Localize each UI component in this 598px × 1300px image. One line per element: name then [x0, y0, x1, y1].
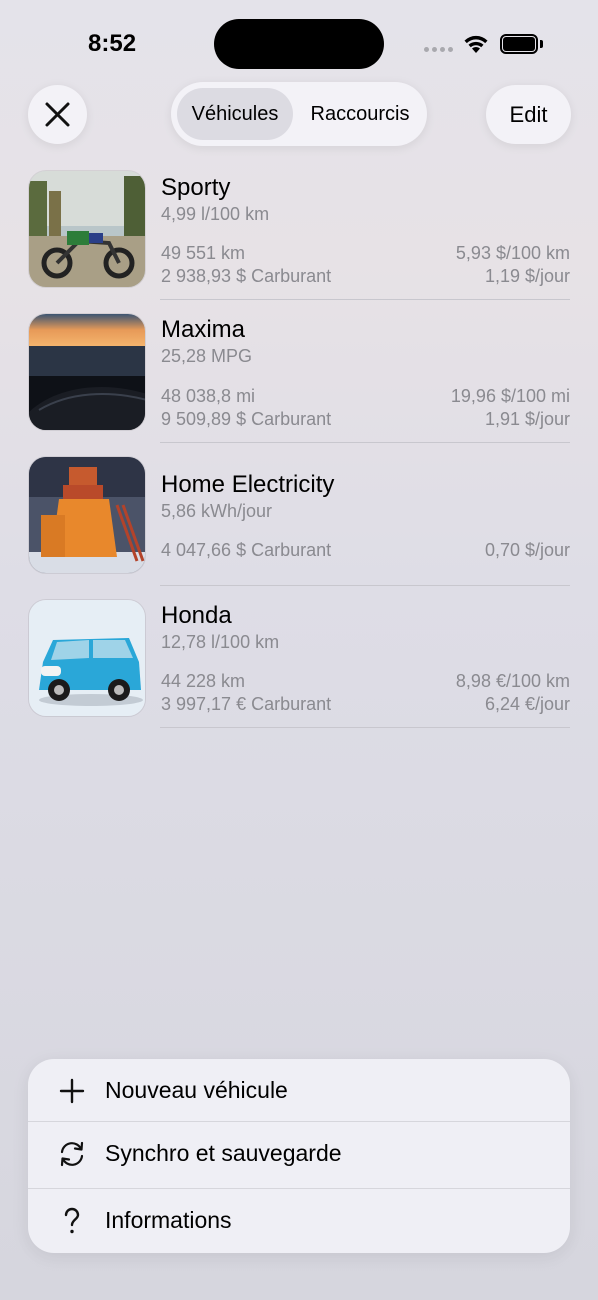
vehicle-fuel-cost: 4 047,66 $ Carburant [161, 540, 332, 560]
edit-button[interactable]: Edit [486, 85, 571, 144]
question-icon [64, 1207, 80, 1234]
menu-item-sync-backup[interactable]: Synchro et sauvegarde [28, 1122, 570, 1186]
xmark-icon [45, 102, 70, 127]
vehicle-efficiency: 5,86 kWh/jour [161, 501, 273, 521]
menu-item-informations[interactable]: Informations [28, 1189, 570, 1253]
vehicle-photo [28, 313, 146, 431]
row-divider [160, 442, 570, 443]
row-divider [160, 299, 570, 300]
vehicle-cost-per-day: 0,70 $/jour [484, 540, 570, 560]
vehicle-cost-per-day: 1,91 $/jour [484, 409, 570, 429]
vehicle-efficiency: 25,28 MPG [161, 346, 253, 366]
status-time: 8:52 [88, 30, 137, 57]
vehicle-photo [28, 456, 146, 574]
battery-icon [500, 34, 544, 54]
vehicle-fuel-cost: 9 509,89 $ Carburant [161, 409, 332, 429]
vehicle-name: Sporty [161, 174, 231, 201]
wifi-icon [462, 33, 490, 55]
vehicle-photo [28, 599, 146, 717]
vehicle-name: Honda [161, 602, 232, 629]
segmented-control: Véhicules Raccourcis [171, 82, 427, 146]
tab-vehicules[interactable]: Véhicules [177, 88, 293, 140]
actions-menu: Nouveau véhicule Synchro et sauvegarde I… [28, 1059, 570, 1253]
vehicle-cost-per-day: 6,24 €/jour [484, 694, 570, 714]
vehicle-fuel-cost: 2 938,93 $ Carburant [161, 266, 332, 286]
vehicle-name: Home Electricity [161, 471, 335, 498]
vehicle-fuel-cost: 3 997,17 € Carburant [161, 694, 332, 714]
cellular-signal-icon [424, 47, 454, 55]
row-divider [160, 727, 570, 728]
vehicle-cost-per-distance: 19,96 $/100 mi [450, 386, 570, 406]
vehicle-cost-per-distance: 5,93 $/100 km [455, 243, 570, 263]
menu-item-label: Nouveau véhicule [105, 1077, 288, 1103]
vehicle-efficiency: 4,99 l/100 km [161, 204, 270, 224]
vehicle-distance: 48 038,8 mi [161, 386, 256, 406]
dynamic-island [214, 19, 384, 69]
close-button[interactable] [28, 85, 87, 144]
sync-icon [60, 1141, 84, 1167]
vehicle-distance: 49 551 km [161, 243, 246, 263]
vehicle-distance: 44 228 km [161, 671, 246, 691]
row-divider [160, 585, 570, 586]
status-bar: 8:52 [0, 0, 598, 80]
vehicle-cost-per-distance: 8,98 €/100 km [455, 671, 570, 691]
vehicle-efficiency: 12,78 l/100 km [161, 632, 280, 652]
menu-item-new-vehicle[interactable]: Nouveau véhicule [28, 1059, 570, 1123]
menu-item-label: Synchro et sauvegarde [105, 1140, 342, 1166]
vehicle-cost-per-day: 1,19 $/jour [484, 266, 570, 286]
tab-raccourcis[interactable]: Raccourcis [299, 88, 421, 140]
plus-icon [59, 1078, 85, 1104]
vehicle-name: Maxima [161, 316, 246, 343]
vehicle-photo [28, 170, 146, 288]
menu-item-label: Informations [105, 1207, 232, 1233]
